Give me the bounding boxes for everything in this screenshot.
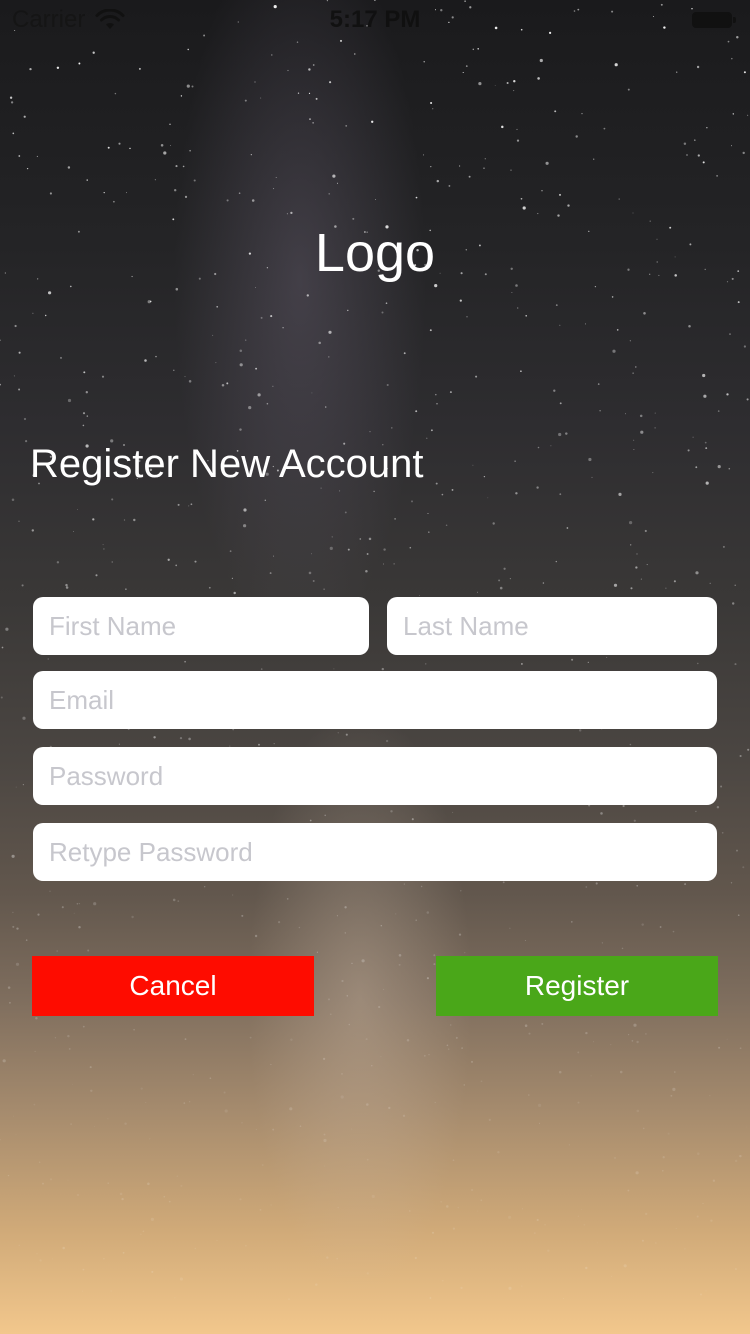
first-name-input[interactable]	[47, 609, 369, 643]
email-field[interactable]	[33, 671, 717, 729]
last-name-field[interactable]	[387, 597, 717, 655]
cancel-button[interactable]: Cancel	[32, 956, 314, 1016]
cancel-button-label: Cancel	[129, 970, 217, 1001]
first-name-field[interactable]	[33, 597, 369, 655]
password-input[interactable]	[47, 759, 717, 793]
app-logo: Logo	[314, 223, 436, 283]
retype-password-field[interactable]	[33, 823, 717, 881]
battery-icon	[692, 12, 736, 28]
retype-password-input[interactable]	[47, 835, 717, 869]
last-name-input[interactable]	[401, 609, 717, 643]
email-input[interactable]	[47, 683, 717, 717]
password-field[interactable]	[33, 747, 717, 805]
page-title: Register New Account	[30, 442, 424, 486]
register-button[interactable]: Register	[436, 956, 718, 1016]
register-button-label: Register	[524, 970, 630, 1001]
status-bar: Carrier 5:17 PM	[0, 0, 750, 40]
starry-sky-background	[0, 0, 750, 1300]
status-time: 5:17 PM	[329, 6, 421, 33]
